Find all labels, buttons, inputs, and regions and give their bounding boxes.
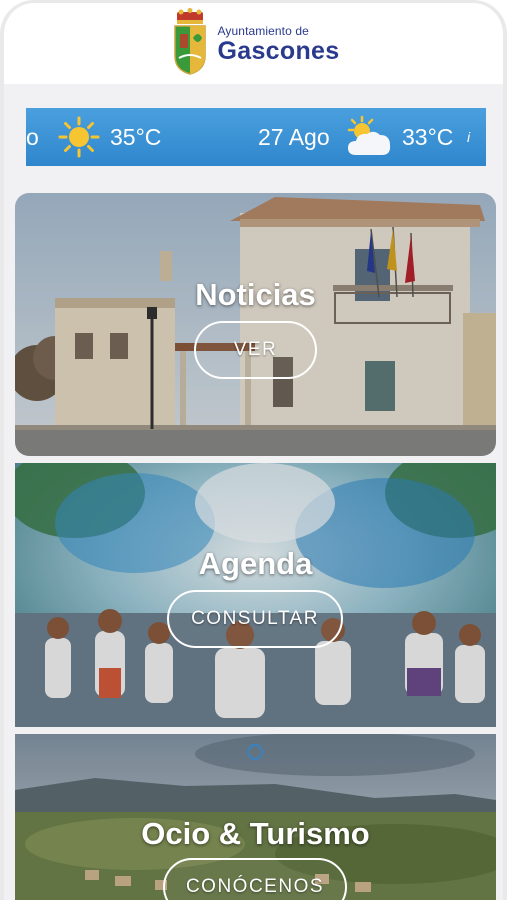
weather-temp-today: 35°C xyxy=(110,123,162,150)
agenda-card[interactable]: Agenda CONSULTAR xyxy=(15,463,496,727)
discover-tourism-button[interactable]: CONÓCENOS xyxy=(163,858,347,900)
consult-agenda-button[interactable]: CONSULTAR xyxy=(167,590,343,648)
tourism-card[interactable]: Ocio & Turismo CONÓCENOS xyxy=(15,734,496,900)
app-header: Ayuntamiento de Gascones xyxy=(0,0,507,84)
agenda-title: Agenda xyxy=(198,546,313,581)
news-title: Noticias xyxy=(195,277,316,312)
partly-cloudy-icon xyxy=(344,108,394,166)
weather-date: 27 Ago xyxy=(258,123,330,150)
news-card[interactable]: Noticias VER xyxy=(15,193,496,456)
coat-of-arms-icon xyxy=(173,8,206,75)
info-icon[interactable]: i xyxy=(467,108,470,166)
logo-title: Gascones xyxy=(217,36,340,65)
logo-wordmark: Ayuntamiento de Gascones xyxy=(218,25,340,64)
tourism-title: Ocio & Turismo xyxy=(141,816,370,851)
weather-partial-text: o xyxy=(26,123,39,150)
logo-subtitle: Ayuntamiento de xyxy=(217,23,309,38)
view-news-button[interactable]: VER xyxy=(194,321,317,379)
municipality-logo[interactable]: Ayuntamiento de Gascones xyxy=(172,8,340,76)
app-screen: Ayuntamiento de Gascones o 35°C 27 Ago 3… xyxy=(0,0,507,900)
weather-temp-next: 33°C xyxy=(402,123,454,150)
weather-ticker[interactable]: o 35°C 27 Ago 33°C i xyxy=(26,108,486,166)
sun-icon xyxy=(58,108,100,166)
